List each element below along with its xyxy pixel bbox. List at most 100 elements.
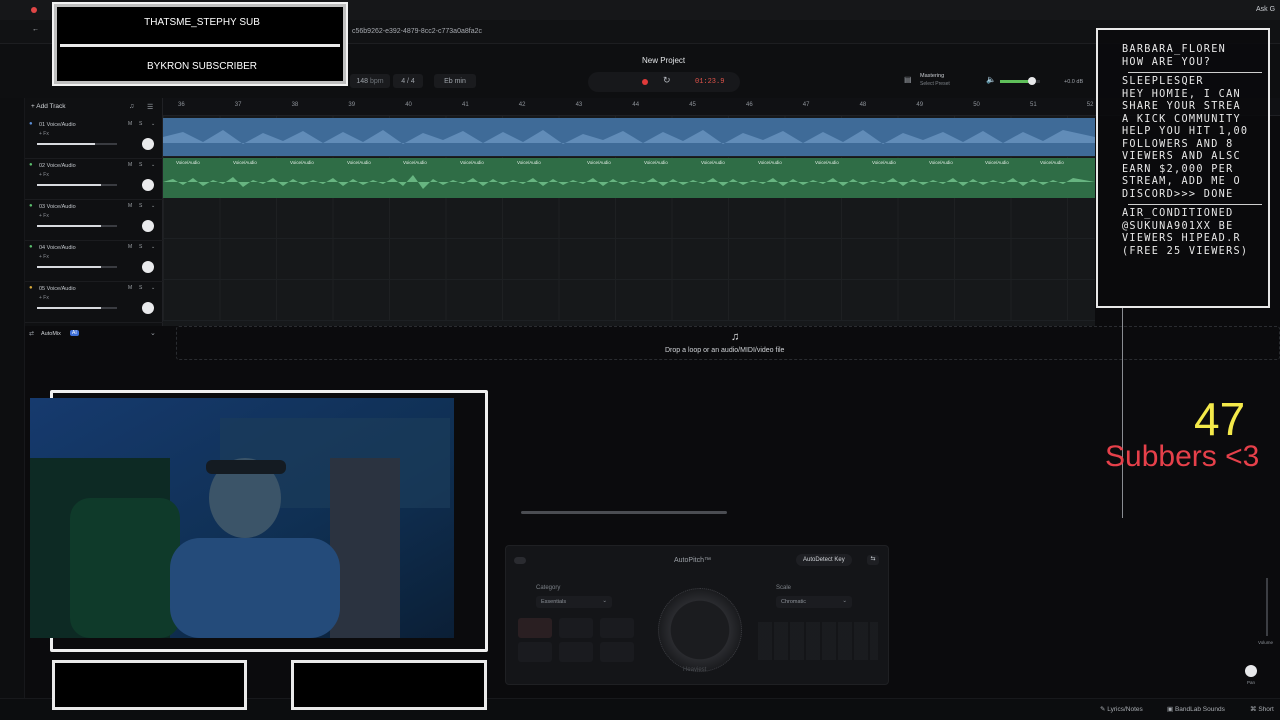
track-lanes[interactable]: Voice/Audio Voice/Audio Voice/Audio Voice/A… [163,116,1095,326]
clip-label: Voice/Audio [872,160,896,165]
track-name[interactable]: 01 Voice/Audio [39,122,76,128]
note-keyboard[interactable] [758,622,878,660]
playhead[interactable] [1122,308,1123,518]
lane-4[interactable] [163,239,1095,280]
add-track-button[interactable]: + Add Track [31,103,66,115]
track-list-icon[interactable]: ☰ [147,103,153,111]
track-name[interactable]: 02 Voice/Audio [39,163,76,169]
chat-line: SHARE YOUR STREA [1122,101,1241,112]
preset-tile[interactable] [559,642,593,662]
pan-knob[interactable] [142,302,154,314]
track-header[interactable]: ● 05 Voice/Audio + Fx M S ⌄ [25,282,163,323]
mute-button[interactable]: M [128,244,132,250]
record-button[interactable] [642,79,648,85]
track-header[interactable]: ● 04 Voice/Audio + Fx M S ⌄ [25,241,163,282]
track-volume-slider[interactable] [37,307,117,309]
track-volume-slider[interactable] [37,266,117,268]
pan-knob[interactable] [142,220,154,232]
track-header[interactable]: ● 02 Voice/Audio + Fx M S ⌄ [25,159,163,200]
lane-3[interactable] [163,198,1095,239]
category-select[interactable]: Essentials ⌄ [536,596,612,608]
track-volume-fill [37,307,101,309]
mute-button[interactable]: M [128,121,132,127]
chevron-down-icon[interactable]: ⌄ [151,203,155,209]
mute-button[interactable]: M [128,203,132,209]
time-signature-field[interactable]: 4 / 4 [393,74,423,88]
track-name[interactable]: 04 Voice/Audio [39,245,76,251]
bpm-field[interactable]: 148 bpm [350,74,390,88]
preset-tile[interactable] [518,642,552,662]
back-arrow-icon[interactable]: ← [32,26,39,33]
solo-button[interactable]: S [139,244,142,250]
loop-icon[interactable]: ↻ [663,75,671,86]
pan-knob[interactable] [142,179,154,191]
mute-button[interactable]: M [128,285,132,291]
automix-row[interactable]: ⇄ AutoMix AI ⌄ [25,326,163,342]
chevron-down-icon[interactable]: ⌄ [151,162,155,168]
mastering-group[interactable]: ▤ Mastering Select Preset [902,72,970,90]
settings-icon[interactable]: ⇆ [867,555,879,565]
chat-messages: BARBARA_FLOREN HOW ARE YOU? SLEEPLESQER HEY… [1098,30,1268,258]
add-fx-button[interactable]: + Fx [39,172,49,178]
track-header[interactable]: ● 03 Voice/Audio + Fx M S ⌄ [25,200,163,241]
add-fx-button[interactable]: + Fx [39,254,49,260]
track-volume-slider[interactable] [37,225,117,227]
speaker-icon[interactable]: 🔈 [986,75,996,84]
chevron-down-icon[interactable]: ⌄ [151,121,155,127]
ask-button[interactable]: Ask G [1256,6,1275,13]
preset-tile[interactable] [600,618,634,638]
preset-tile[interactable] [600,642,634,662]
pan-knob[interactable] [1245,665,1257,677]
bpm-unit: bpm [370,77,384,85]
solo-button[interactable]: S [139,121,142,127]
clip-label: Voice/Audio [290,160,314,165]
shortcuts-button[interactable]: ⌘ Short [1250,705,1274,713]
tuner-icon[interactable]: ♫ [129,103,134,110]
clip-label: Voice/Audio [403,160,427,165]
solo-button[interactable]: S [139,162,142,168]
audio-clip-blue[interactable] [163,118,1095,156]
lyrics-notes-button[interactable]: ✎ Lyrics/Notes [1100,705,1143,713]
project-title[interactable]: New Project [642,56,685,65]
power-toggle[interactable] [514,557,526,564]
key-field[interactable]: Eb min [434,74,476,88]
master-volume-thumb[interactable] [1028,77,1036,85]
track-name[interactable]: 05 Voice/Audio [39,286,76,292]
chevron-down-icon[interactable]: ⌄ [151,285,155,291]
volume-fader[interactable] [1266,578,1268,636]
chat-line: AIR_CONDITIONED [1122,208,1234,219]
preset-tile[interactable] [559,618,593,638]
chat-line: (FREE 25 VIEWERS) [1122,245,1249,257]
horizontal-scrollbar[interactable] [521,511,727,514]
chevron-down-icon[interactable]: ⌄ [151,244,155,250]
pan-knob[interactable] [142,261,154,273]
solo-button[interactable]: S [139,285,142,291]
add-fx-button[interactable]: + Fx [39,131,49,137]
preset-tile[interactable] [518,618,552,638]
lane-5[interactable] [163,280,1095,321]
close-icon[interactable] [31,7,37,13]
add-fx-button[interactable]: + Fx [39,295,49,301]
url-field[interactable]: c56b9262-e392-4879-8cc2-c773a0a8fa2c [352,28,482,35]
ruler-tick: 43 [575,102,583,108]
track-volume-slider[interactable] [37,143,117,145]
solo-button[interactable]: S [139,203,142,209]
bandlab-sounds-label: BandLab Sounds [1174,706,1225,713]
add-fx-button[interactable]: + Fx [39,213,49,219]
preset-grid[interactable] [518,618,638,664]
alert-line-2: BYKRON SUBSCRIBER [146,61,258,72]
autodetect-key-button[interactable]: AutoDetect Key [796,554,852,566]
pan-knob[interactable] [142,138,154,150]
chevron-down-icon[interactable]: ⌄ [150,329,156,337]
chat-line: EARN $2,000 PER [1122,163,1234,175]
audio-clip-green[interactable]: Voice/Audio Voice/Audio Voice/Audio Voice/A… [163,158,1095,198]
bandlab-sounds-button[interactable]: ▣ BandLab Sounds [1167,705,1225,713]
pitch-dial[interactable] [658,588,742,672]
category-value: Essentials [541,599,567,605]
track-volume-slider[interactable] [37,184,117,186]
mute-button[interactable]: M [128,162,132,168]
track-header[interactable]: ● 01 Voice/Audio + Fx M S ⌄ [25,118,163,159]
scale-select[interactable]: Chromatic ⌄ [776,596,852,608]
track-name[interactable]: 03 Voice/Audio [39,204,76,210]
drop-zone[interactable]: ♫ Drop a loop or an audio/MIDI/video fil… [176,326,1280,360]
